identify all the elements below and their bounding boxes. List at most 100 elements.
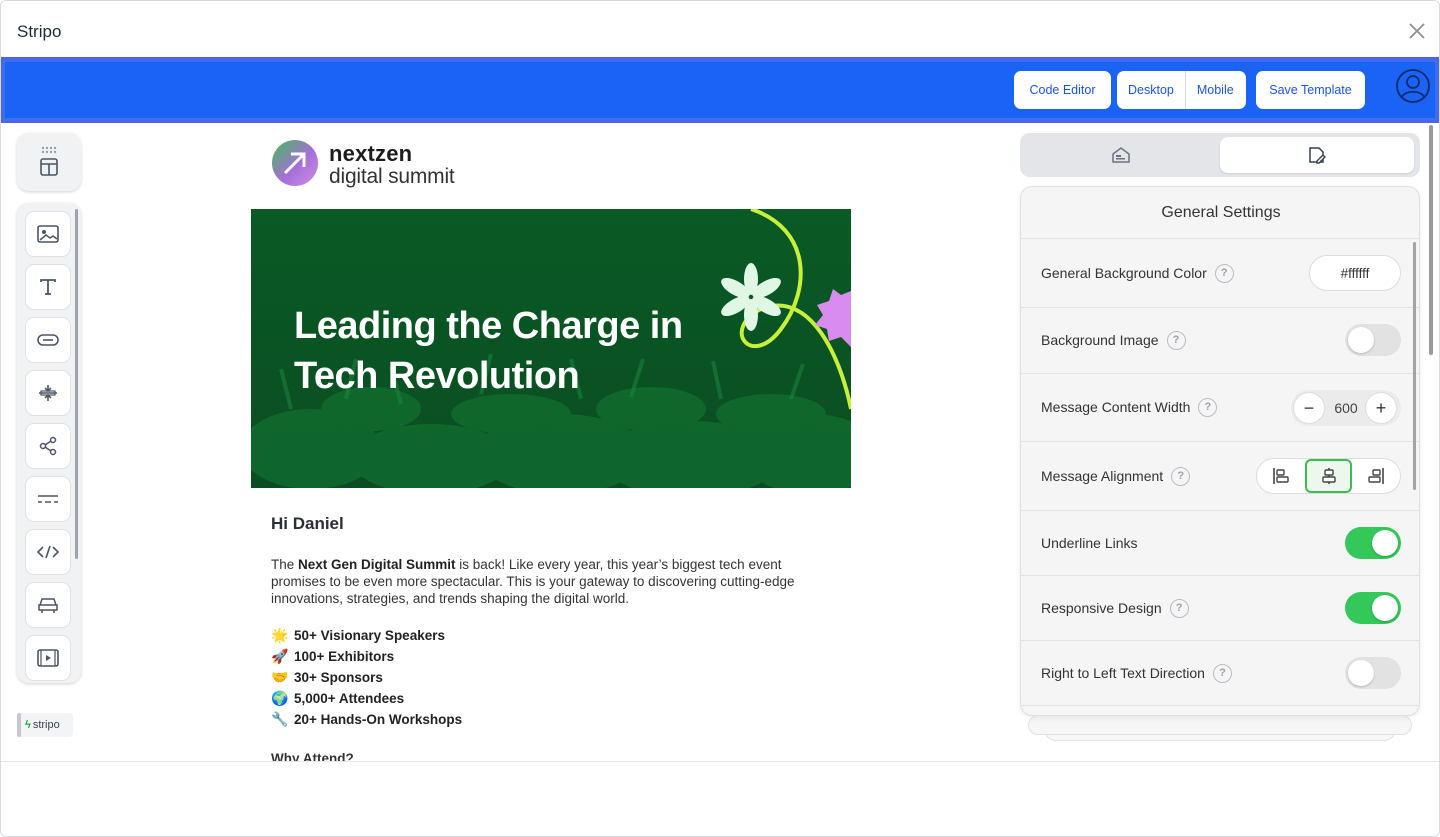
appearance-icon — [1112, 147, 1130, 163]
why-attend-heading: Why Attend? — [271, 751, 354, 761]
nextzen-logo-mark-icon — [272, 140, 318, 186]
bg-image-row: Background Image? — [1021, 308, 1419, 374]
page-scrollbar[interactable] — [1429, 125, 1433, 355]
divider-icon — [38, 495, 58, 503]
tool-panel-scrollbar[interactable] — [75, 209, 78, 559]
rtl-toggle[interactable] — [1345, 657, 1401, 689]
rtl-label: Right to Left Text Direction? — [1041, 663, 1232, 683]
editor-workspace: ϟ stripo nextzen digital summit Leading … — [1, 125, 1439, 761]
code-icon — [37, 545, 59, 559]
align-left-button[interactable] — [1257, 459, 1305, 493]
divider-block-button[interactable] — [25, 476, 71, 522]
spacer-block-button[interactable] — [25, 370, 71, 416]
greeting-heading: Hi Daniel — [271, 514, 344, 533]
settings-scrollbar[interactable] — [1413, 242, 1416, 490]
responsive-toggle[interactable] — [1345, 592, 1401, 624]
wrench-emoji-icon: 🔧 — [271, 711, 289, 727]
star-emoji-icon: 🌟 — [271, 627, 289, 643]
increase-width-button[interactable]: + — [1365, 392, 1397, 424]
help-icon[interactable]: ? — [1212, 663, 1232, 683]
menu-block-button[interactable] — [25, 582, 71, 628]
text-icon — [40, 279, 56, 295]
content-blocks-panel — [17, 203, 81, 683]
responsive-label: Responsive Design? — [1041, 598, 1189, 618]
settings-title: General Settings — [1021, 187, 1419, 239]
social-block-button[interactable] — [25, 423, 71, 469]
settings-doc-icon — [1309, 147, 1326, 164]
menu-block-icon — [38, 598, 58, 613]
alignment-label: Message Alignment? — [1041, 466, 1191, 486]
spacer-icon — [39, 385, 57, 401]
help-icon[interactable]: ? — [1214, 263, 1234, 283]
help-icon[interactable]: ? — [1169, 598, 1189, 618]
help-icon[interactable]: ? — [1198, 397, 1218, 417]
intro-prefix: The — [271, 557, 299, 572]
mobile-view-button[interactable]: Mobile — [1184, 71, 1245, 109]
align-right-icon — [1368, 468, 1384, 484]
underline-links-row: Underline Links — [1021, 511, 1419, 576]
decrease-width-button[interactable]: − — [1293, 392, 1325, 424]
logo-wordmark-line1: nextzen — [329, 141, 413, 166]
panel-stack-shadow — [1028, 715, 1412, 735]
bg-color-row: General Background Color? #ffffff — [1021, 239, 1419, 308]
bg-image-toggle[interactable] — [1345, 324, 1401, 356]
content-width-value[interactable]: 600 — [1327, 390, 1365, 426]
editor-toolbar: Code Editor Desktop Mobile Save Template — [1, 57, 1439, 123]
video-block-button[interactable] — [25, 635, 71, 681]
button-icon — [37, 334, 59, 346]
user-avatar-icon[interactable] — [1395, 68, 1431, 104]
hero-title: Leading the Charge in Tech Revolution — [294, 305, 683, 397]
tab-appearance[interactable] — [1024, 137, 1218, 173]
settings-tabs — [1020, 133, 1420, 177]
general-settings-panel: General Settings General Background Colo… — [1020, 186, 1420, 716]
content-width-row: Message Content Width? − 600 + — [1021, 374, 1419, 442]
handshake-emoji-icon: 🤝 — [271, 669, 289, 685]
logo-wordmark-line2: digital summit — [329, 165, 455, 188]
nextzen-logo: nextzen digital summit — [271, 139, 455, 192]
list-item-text: 50+ Visionary Speakers — [294, 628, 445, 643]
button-block-button[interactable] — [25, 317, 71, 363]
list-item: 🔧 20+ Hands-On Workshops — [271, 709, 462, 730]
list-item-text: 20+ Hands-On Workshops — [294, 712, 463, 727]
list-item: 🌟 50+ Visionary Speakers — [271, 625, 462, 646]
align-center-icon — [1321, 468, 1336, 484]
app-window: Stripo Code Editor Desktop Mobile Save T… — [0, 0, 1440, 837]
bg-color-input[interactable]: #ffffff — [1309, 255, 1401, 291]
desktop-view-button[interactable]: Desktop — [1117, 71, 1185, 109]
view-mode-toggle: Desktop Mobile — [1117, 71, 1246, 109]
help-icon[interactable]: ? — [1171, 466, 1191, 486]
responsive-label-text: Responsive Design — [1041, 600, 1162, 616]
list-item-text: 30+ Sponsors — [294, 670, 383, 685]
globe-emoji-icon: 🌍 — [271, 690, 289, 706]
align-left-icon — [1273, 468, 1289, 484]
structures-button[interactable] — [17, 133, 81, 191]
underline-links-toggle[interactable] — [1345, 527, 1401, 559]
align-right-button[interactable] — [1352, 459, 1400, 493]
code-editor-button[interactable]: Code Editor — [1014, 71, 1111, 109]
tab-settings[interactable] — [1220, 137, 1414, 173]
help-icon[interactable]: ? — [1166, 330, 1186, 350]
hero-banner[interactable]: Leading the Charge in Tech Revolution — [251, 209, 851, 488]
bg-color-label: General Background Color? — [1041, 263, 1234, 283]
image-block-button[interactable] — [25, 211, 71, 257]
html-block-button[interactable] — [25, 529, 71, 575]
video-icon — [37, 649, 59, 667]
intro-paragraph: The Next Gen Digital Summit is back! Lik… — [271, 556, 831, 607]
list-item: 🤝 30+ Sponsors — [271, 667, 462, 688]
list-item-text: 5,000+ Attendees — [294, 691, 405, 706]
email-canvas[interactable]: nextzen digital summit Leading the Charg… — [251, 125, 851, 761]
title-bar: Stripo — [1, 1, 1439, 57]
stripo-logo: ϟ stripo — [17, 713, 73, 737]
save-template-button[interactable]: Save Template — [1256, 71, 1365, 109]
window-footer — [1, 761, 1439, 836]
underline-links-label: Underline Links — [1041, 535, 1138, 551]
alignment-row: Message Alignment? — [1021, 442, 1419, 511]
align-center-button[interactable] — [1304, 459, 1353, 493]
list-item: 🚀 100+ Exhibitors — [271, 646, 462, 667]
stripo-logo-text: stripo — [32, 719, 60, 731]
highlights-list: 🌟 50+ Visionary Speakers 🚀 100+ Exhibitors… — [271, 625, 462, 730]
text-block-button[interactable] — [25, 264, 71, 310]
rocket-emoji-icon: 🚀 — [271, 648, 289, 664]
close-icon[interactable] — [1407, 21, 1427, 41]
content-width-label-text: Message Content Width — [1041, 399, 1191, 415]
